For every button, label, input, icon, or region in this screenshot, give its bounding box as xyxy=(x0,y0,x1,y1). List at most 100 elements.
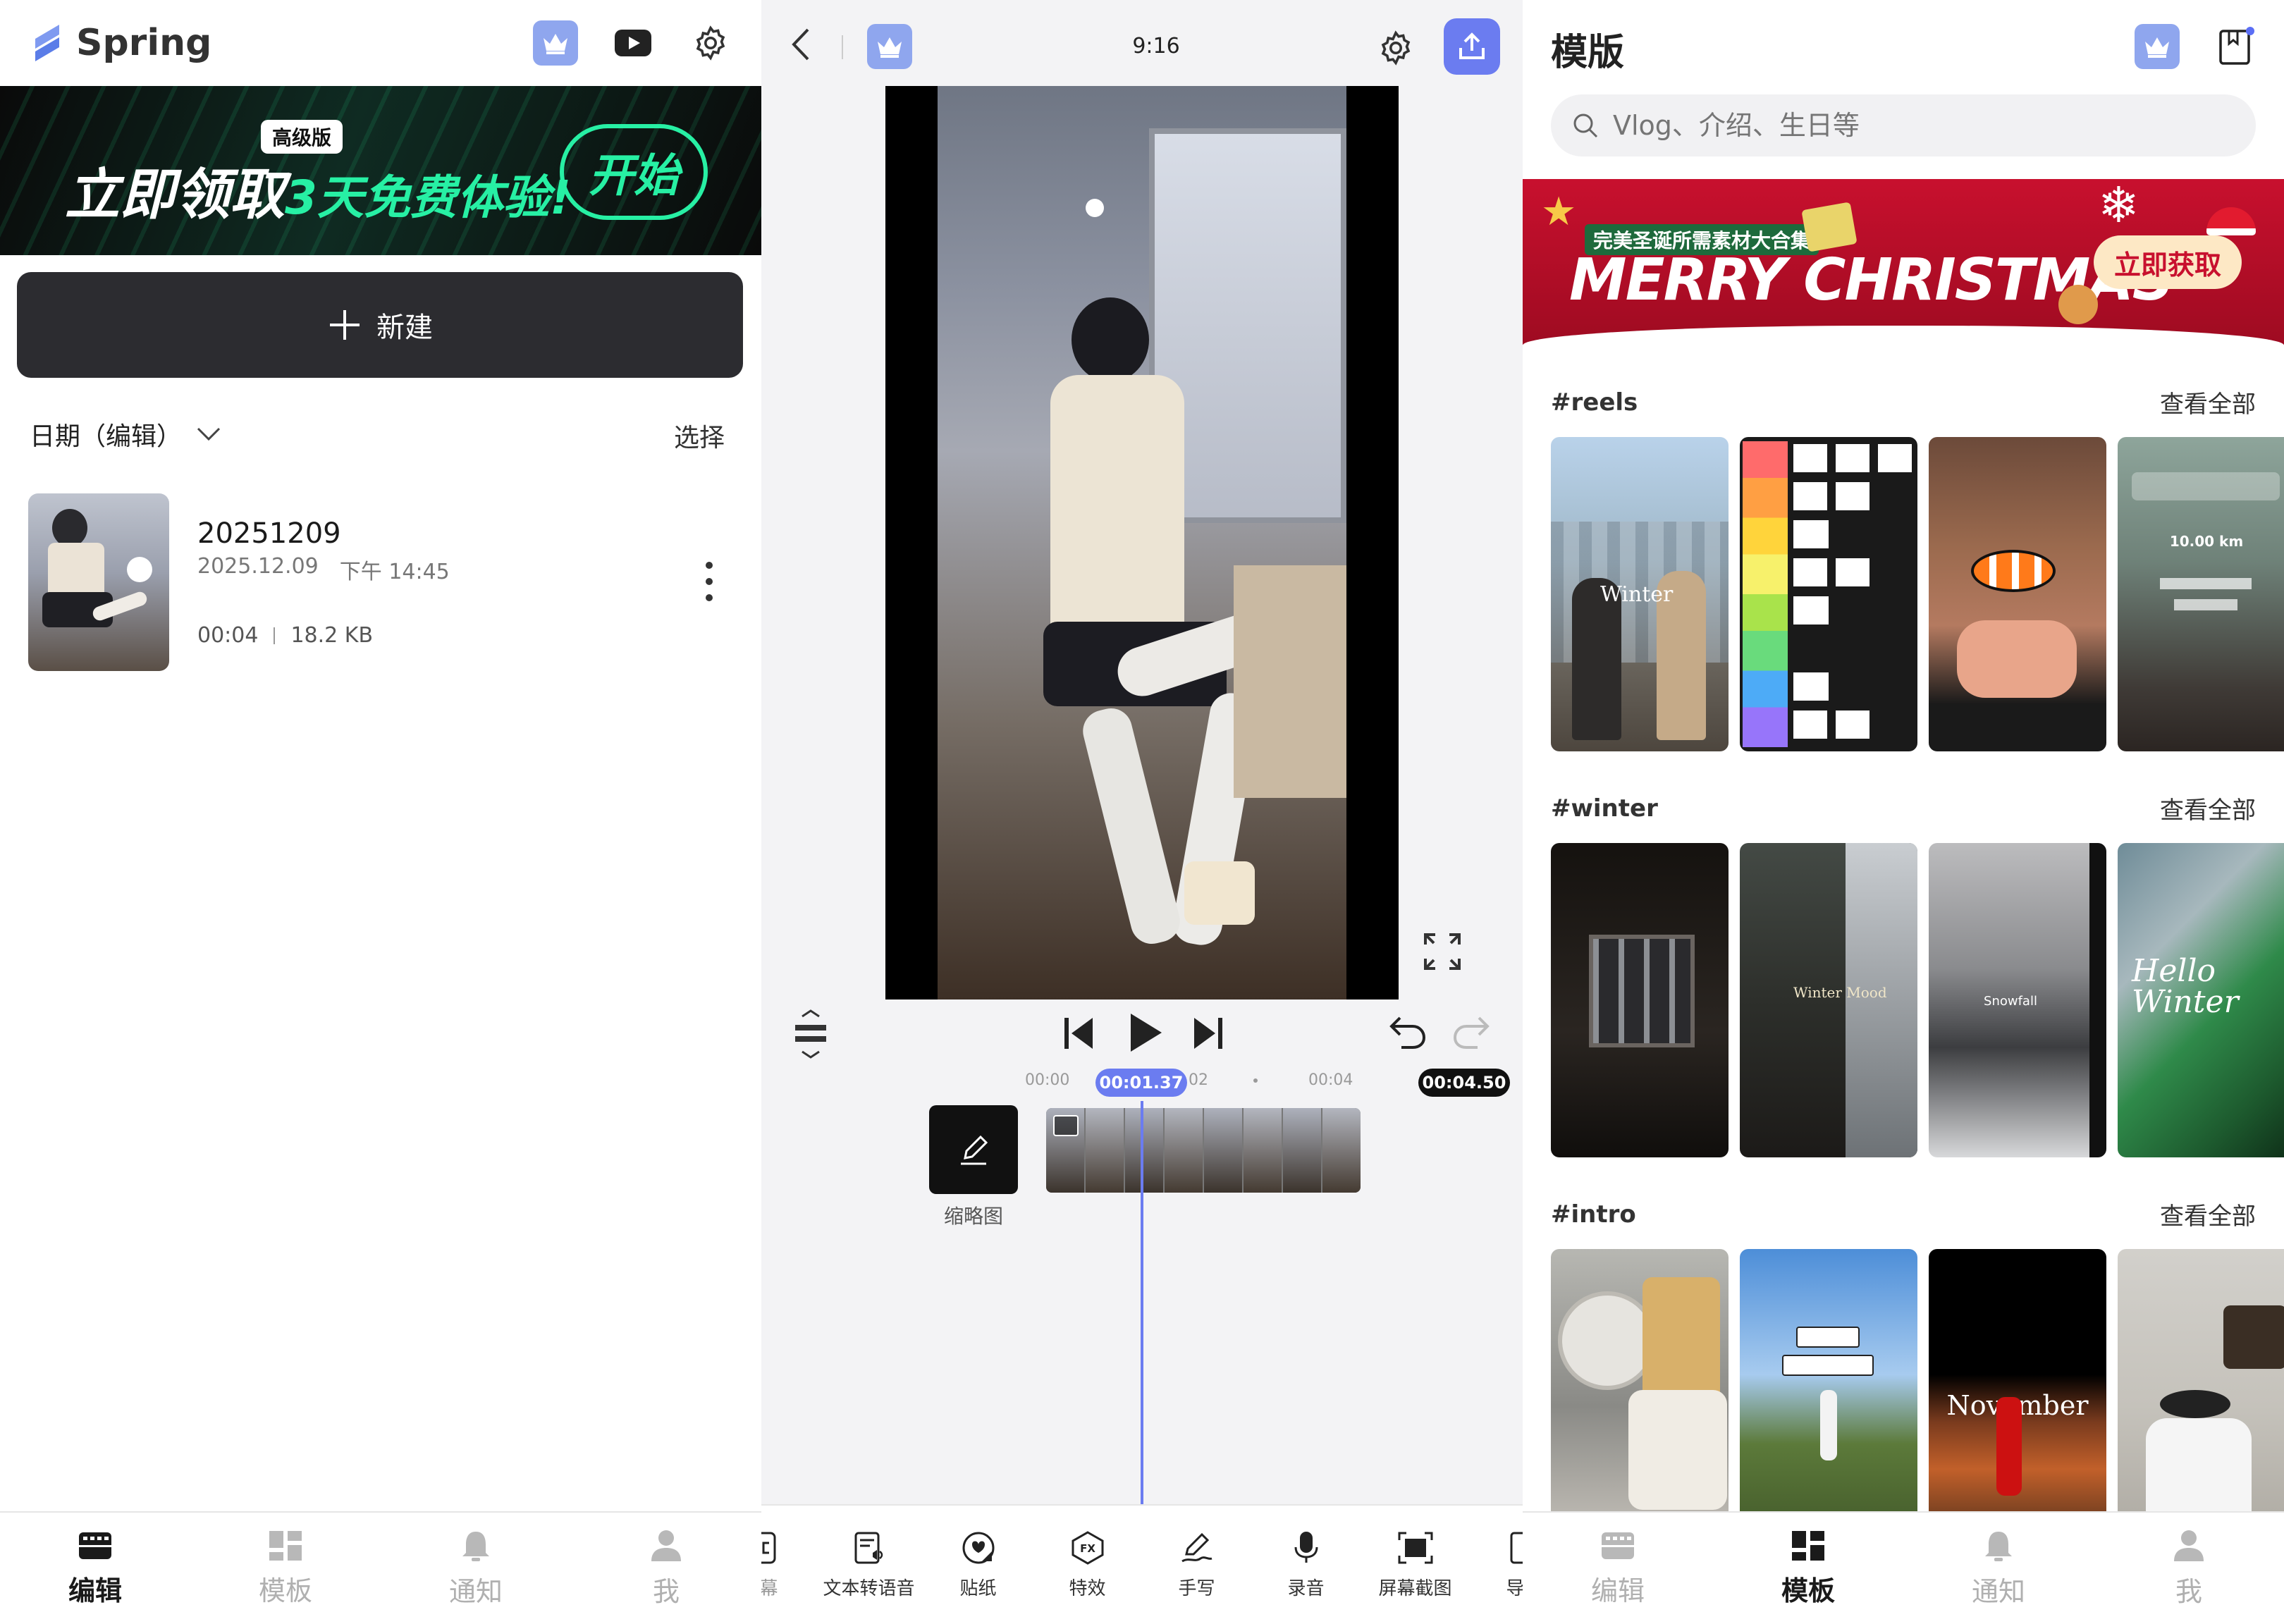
premium-crown-button[interactable] xyxy=(2135,24,2180,69)
project-item[interactable]: 20251209 2025.12.09 下午 14:45 00:04 18.2 … xyxy=(28,493,733,671)
search-input[interactable] xyxy=(1613,110,2235,141)
sort-dropdown[interactable]: 日期（编辑） xyxy=(30,416,221,453)
project-size: 18.2 KB xyxy=(290,623,374,648)
playhead[interactable] xyxy=(1141,1101,1143,1504)
template-card[interactable]: Winter xyxy=(1551,437,1729,751)
project-time: 下午 14:45 xyxy=(339,560,450,584)
tool-record-audio[interactable]: 录音 xyxy=(1251,1530,1361,1600)
template-card[interactable]: 10.00 km xyxy=(2118,437,2284,751)
project-thumbnail xyxy=(28,493,169,671)
nav-item-edit[interactable]: 编辑 xyxy=(0,1513,190,1624)
play-button[interactable] xyxy=(1125,1011,1165,1054)
promo-start-button[interactable]: 开始 xyxy=(560,124,708,220)
nav-label: 编辑 xyxy=(68,1575,122,1606)
template-card[interactable] xyxy=(1551,843,1729,1157)
promo-text-white: 立即领取 xyxy=(65,164,286,227)
view-all-button[interactable]: 查看全部 xyxy=(2160,791,2256,825)
bookmark-box-icon xyxy=(2219,27,2254,65)
tool-sticker[interactable]: 贴纸 xyxy=(923,1530,1033,1600)
cover-button[interactable] xyxy=(929,1105,1018,1194)
tool-handwriting[interactable]: 手写 xyxy=(1142,1530,1251,1600)
svg-text:FX: FX xyxy=(1080,1542,1095,1555)
spring-logo-icon xyxy=(28,20,66,66)
banner-get-button[interactable]: 立即获取 xyxy=(2094,235,2242,289)
undo-button[interactable] xyxy=(1389,1015,1427,1050)
new-project-label: 新建 xyxy=(376,312,433,344)
templates-panel: 模版 ★ ❄ 完美圣诞所需素材大合集 MERRY CHRISTMAS 立即获取 … xyxy=(1523,0,2284,1624)
nav-item-me[interactable]: 我 xyxy=(571,1513,761,1624)
nav-item-notifications[interactable]: 通知 xyxy=(1903,1513,2094,1624)
track-height-icon xyxy=(795,1009,826,1059)
new-project-button[interactable]: 新建 xyxy=(17,272,743,378)
grid-icon xyxy=(269,1530,302,1561)
film-icon xyxy=(1602,1532,1634,1559)
caption-icon xyxy=(761,1532,775,1563)
sticker-icon xyxy=(962,1532,994,1563)
section-thumbs-reels: Winter 10.00 km xyxy=(1551,437,2284,751)
christmas-banner[interactable]: ★ ❄ 完美圣诞所需素材大合集 MERRY CHRISTMAS 立即获取 xyxy=(1523,179,2284,345)
skip-forward-icon xyxy=(1194,1018,1222,1049)
screenshot-icon xyxy=(1398,1532,1432,1563)
view-all-button[interactable]: 查看全部 xyxy=(2160,1197,2256,1231)
template-card[interactable] xyxy=(1740,437,1917,751)
skip-back-icon xyxy=(1064,1018,1093,1049)
saved-templates-button[interactable] xyxy=(2216,25,2256,68)
nav-item-edit[interactable]: 编辑 xyxy=(1523,1513,1713,1624)
tool-import[interactable]: 导入 xyxy=(1470,1530,1523,1600)
youtube-button[interactable] xyxy=(610,20,656,66)
crown-icon xyxy=(2145,37,2169,58)
export-button[interactable] xyxy=(1444,18,1500,75)
total-time-badge: 00:04.50 xyxy=(1418,1069,1510,1097)
tool-label: 文本转语音 xyxy=(823,1577,915,1599)
premium-crown-button[interactable] xyxy=(867,24,912,69)
tool-effects[interactable]: FX 特效 xyxy=(1033,1530,1142,1600)
handwriting-icon xyxy=(1181,1532,1212,1562)
template-card[interactable]: Snowfall xyxy=(1929,843,2106,1157)
nav-item-templates[interactable]: 模板 xyxy=(190,1513,381,1624)
text-to-speech-icon xyxy=(854,1532,883,1563)
adjust-track-button[interactable] xyxy=(790,1009,832,1059)
tool-screenshot[interactable]: 屏幕截图 xyxy=(1361,1530,1470,1600)
redo-button[interactable] xyxy=(1452,1015,1490,1050)
project-more-button[interactable] xyxy=(695,557,723,606)
chevron-down-icon xyxy=(197,427,221,441)
template-card[interactable]: Hello Winter xyxy=(2118,843,2284,1157)
nav-item-templates[interactable]: 模板 xyxy=(1713,1513,1903,1624)
editor-settings-button[interactable] xyxy=(1373,25,1418,70)
template-card[interactable] xyxy=(1929,437,2106,751)
skip-start-button[interactable] xyxy=(1062,1014,1097,1053)
ruler-tick-0: 00:00 xyxy=(1025,1071,1070,1089)
video-preview[interactable] xyxy=(885,86,1461,999)
undo-icon xyxy=(1389,1016,1426,1049)
template-card[interactable]: Winter Mood xyxy=(1740,843,1917,1157)
view-all-button[interactable]: 查看全部 xyxy=(2160,385,2256,419)
separator xyxy=(274,627,276,644)
bottom-nav: 编辑 模板 通知 我 xyxy=(0,1511,761,1624)
current-time-badge: 00:01.37 xyxy=(1095,1069,1187,1097)
nav-item-notifications[interactable]: 通知 xyxy=(381,1513,571,1624)
card-caption: Winter Mood xyxy=(1793,984,1887,1001)
tool-label: 录音 xyxy=(1287,1577,1325,1599)
select-button[interactable]: 选择 xyxy=(674,417,725,454)
nav-item-me[interactable]: 我 xyxy=(2094,1513,2284,1624)
tool-label: 手写 xyxy=(1178,1577,1215,1599)
video-clip-track[interactable] xyxy=(1046,1108,1361,1193)
settings-button[interactable] xyxy=(688,20,733,66)
tool-captions[interactable]: 字幕 xyxy=(761,1530,814,1600)
aspect-ratio-button[interactable]: 9:16 xyxy=(1114,34,1198,59)
premium-crown-button[interactable] xyxy=(533,20,578,66)
star-icon: ★ xyxy=(1541,189,1577,235)
back-button[interactable] xyxy=(787,27,815,62)
fullscreen-button[interactable] xyxy=(1423,932,1462,971)
tool-text-to-speech[interactable]: 文本转语音 xyxy=(814,1530,923,1600)
ruler-tick-2: 02 xyxy=(1189,1071,1208,1089)
promo-banner[interactable]: 高级版 立即领取3天免费体验! 开始 xyxy=(0,86,761,255)
image-clip-icon xyxy=(1053,1115,1079,1136)
editor-panel: 9:16 00:00 02 00:04 00:01.37 00:04.50 缩略… xyxy=(761,0,1523,1624)
template-search[interactable] xyxy=(1551,94,2256,156)
skip-end-button[interactable] xyxy=(1190,1014,1225,1053)
microphone-icon xyxy=(1294,1531,1318,1563)
promo-text-green: 3天免费体验! xyxy=(285,171,572,225)
section-header-intro: #intro 查看全部 xyxy=(1551,1197,2256,1231)
gingerbread-icon xyxy=(2058,285,2098,324)
